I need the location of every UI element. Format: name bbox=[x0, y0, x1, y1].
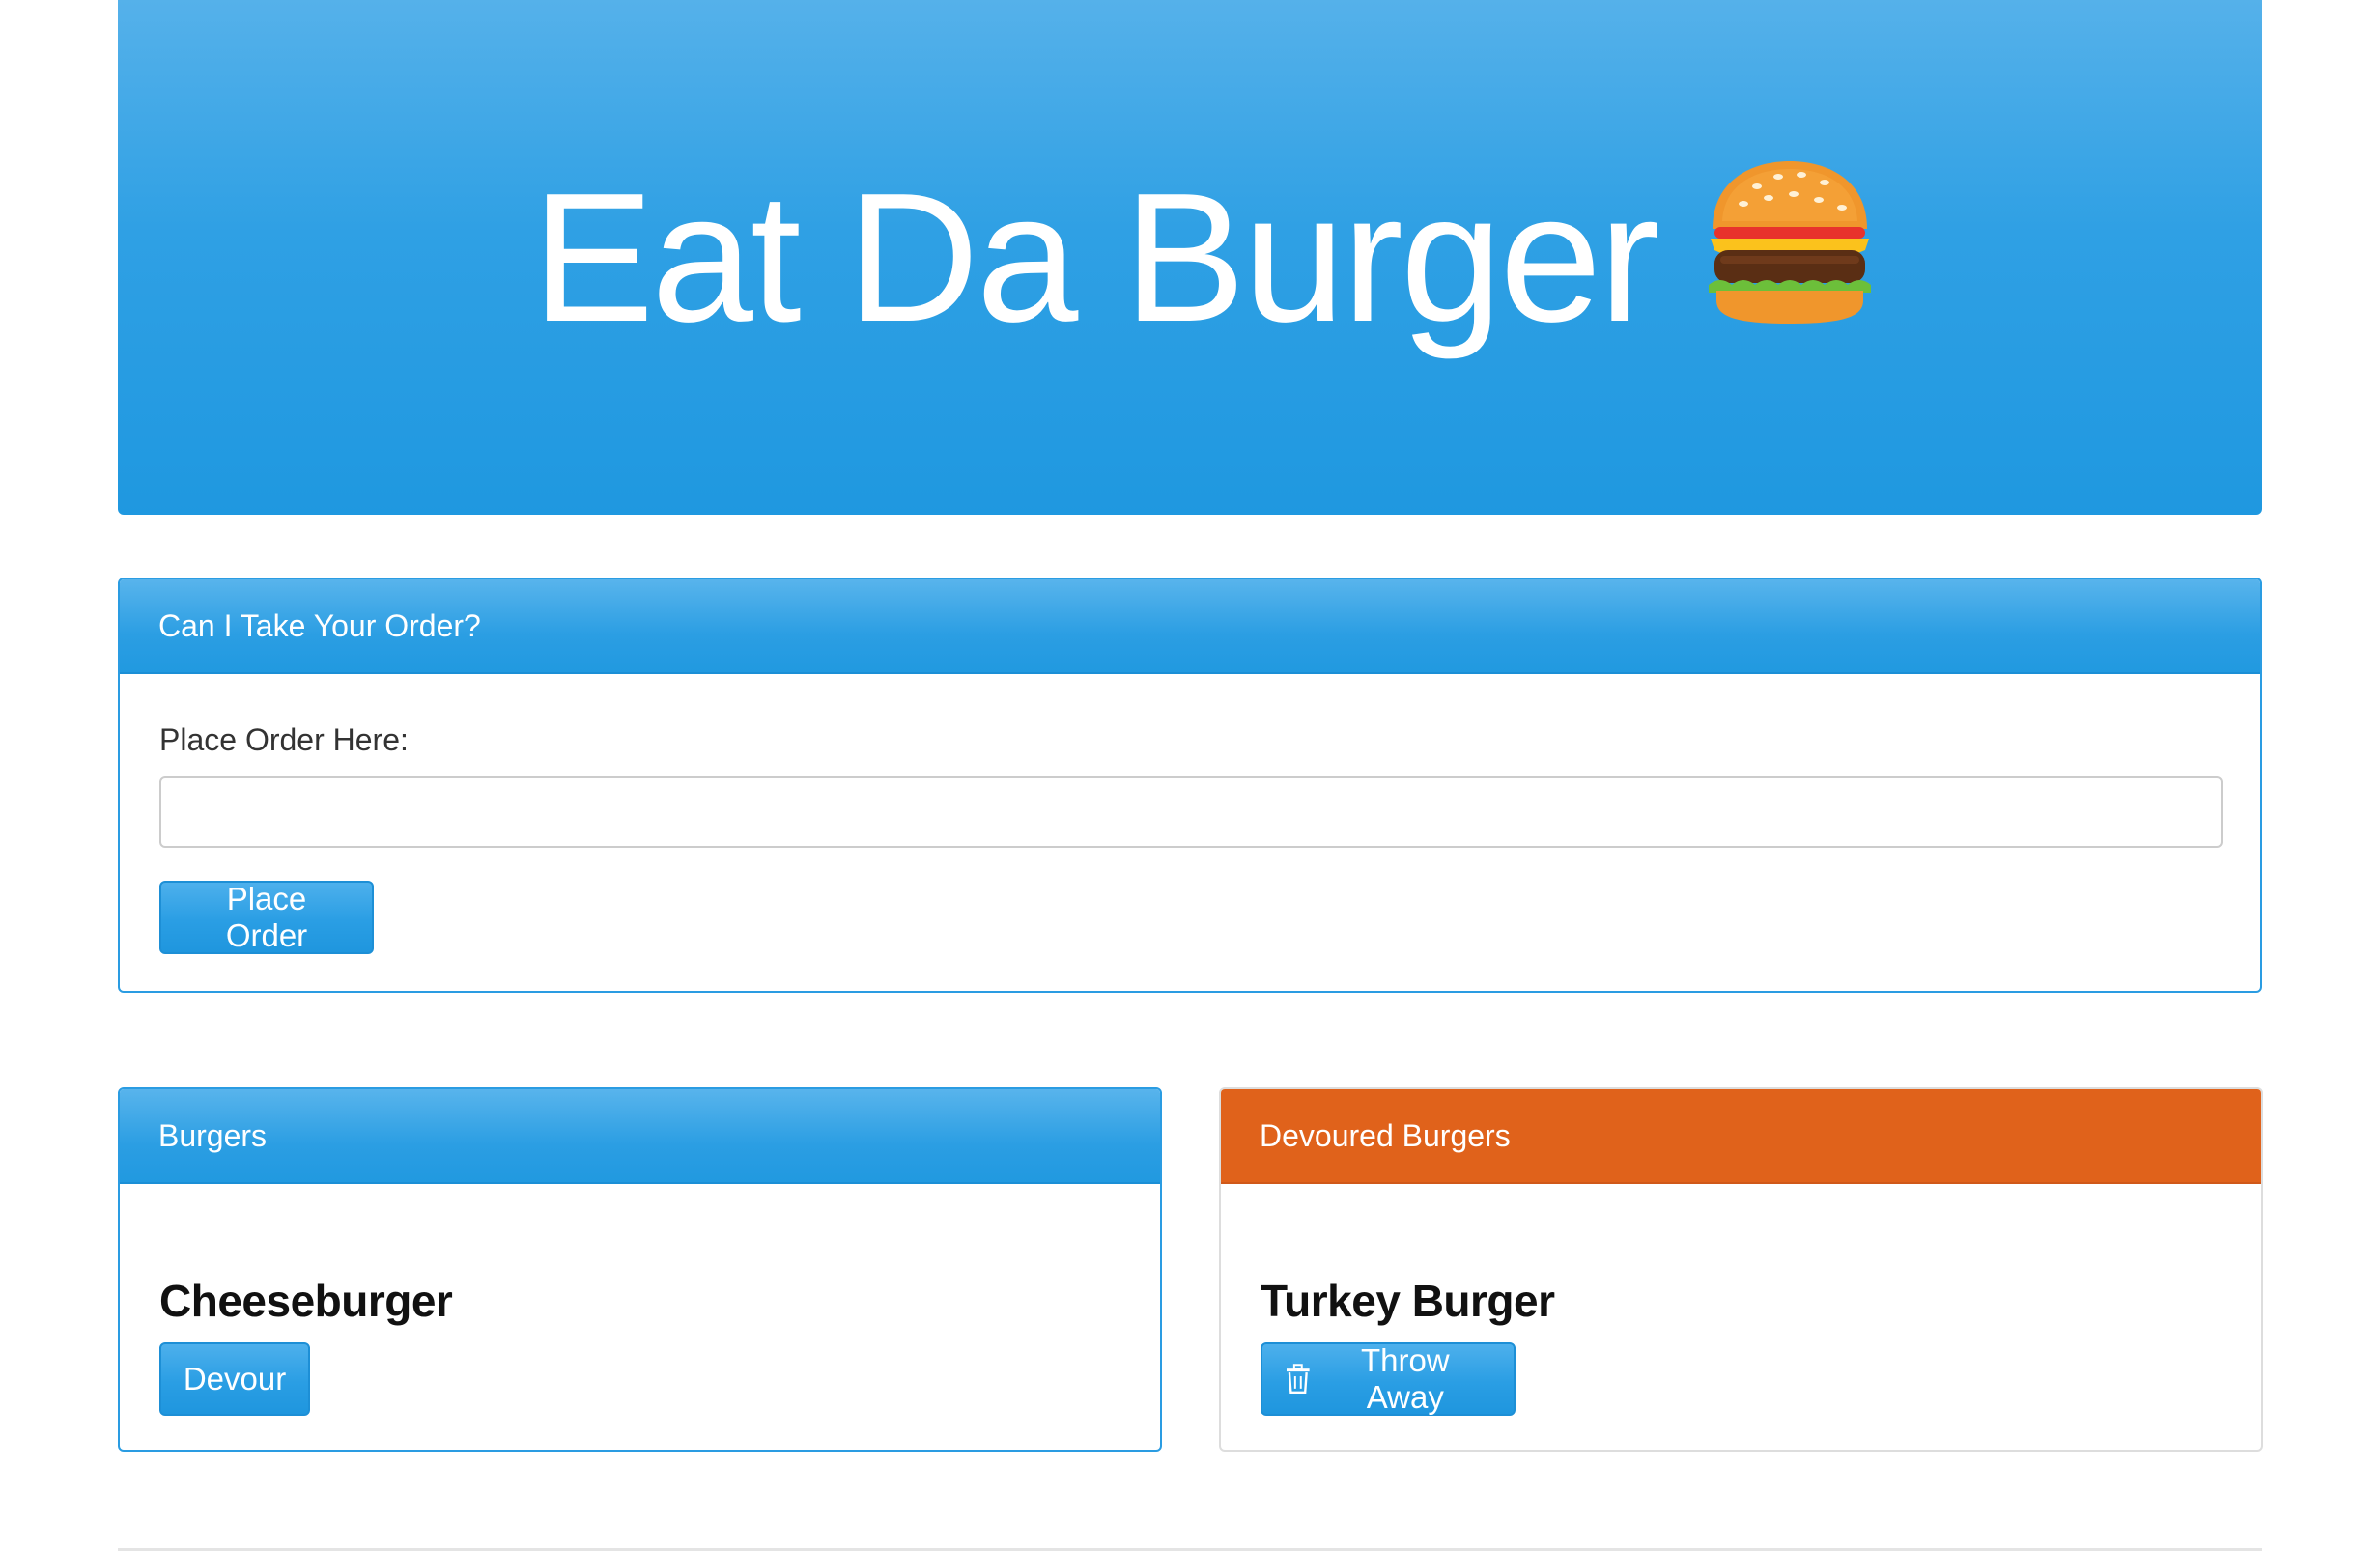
throw-away-button[interactable]: Throw Away bbox=[1261, 1342, 1516, 1416]
order-panel-heading: Can I Take Your Order? bbox=[120, 579, 2260, 674]
jumbotron-header: Eat Da Burger bbox=[118, 0, 2262, 515]
page-title-text: Eat Da Burger bbox=[531, 155, 1660, 360]
burger-item-name: Cheeseburger bbox=[159, 1276, 453, 1326]
throw-away-label: Throw Away bbox=[1360, 1342, 1450, 1415]
devoured-burgers-panel: Devoured Burgers Turkey Burger Throw Awa… bbox=[1219, 1087, 2263, 1452]
burger-name-input[interactable] bbox=[159, 776, 2223, 848]
trash-icon bbox=[1286, 1364, 1310, 1394]
burger-icon bbox=[1709, 160, 1872, 324]
devour-button[interactable]: Devour bbox=[159, 1342, 310, 1416]
burgers-panel: Burgers Cheeseburger Devour bbox=[118, 1087, 1162, 1452]
devoured-panel-heading: Devoured Burgers bbox=[1221, 1089, 2261, 1184]
order-panel: Can I Take Your Order? Place Order Here:… bbox=[118, 578, 2262, 993]
page-container: Eat Da Burger Can I Take Your Order? Pla… bbox=[118, 0, 2263, 1551]
order-field-label: Place Order Here: bbox=[159, 722, 409, 757]
devoured-item-name: Turkey Burger bbox=[1261, 1276, 1555, 1326]
page-title: Eat Da Burger bbox=[501, 155, 1880, 360]
burgers-panel-heading: Burgers bbox=[120, 1089, 1160, 1184]
place-order-button[interactable]: Place Order bbox=[159, 881, 374, 954]
